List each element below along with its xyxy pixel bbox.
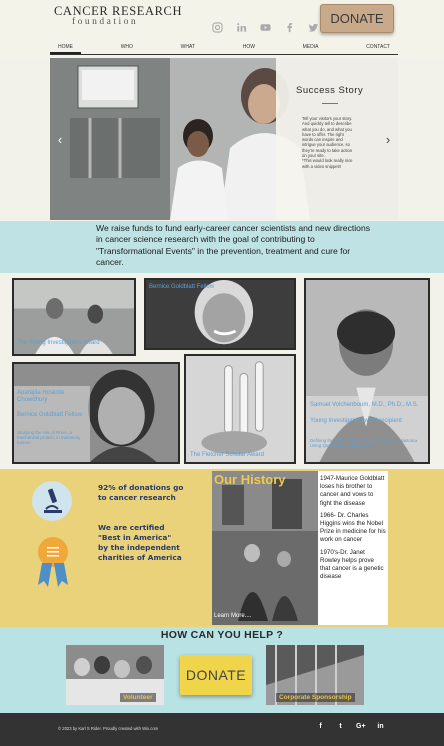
young-investigators-tile[interactable]: The Young Investigators Award [12, 278, 136, 356]
site-logo-subtitle[interactable]: foundation [72, 17, 138, 27]
history-title: Our History [214, 472, 286, 487]
history-photo [212, 471, 318, 625]
goldblatt-fellow-tile[interactable]: Bernice Goldblatt Fellow [144, 278, 296, 350]
chowdhury-title: Bernice Goldblatt Fellow [17, 412, 83, 418]
hero-text-panel: Success Story Tell your visitors your st… [276, 58, 398, 220]
corporate-sponsorship-tile[interactable]: Corporate Sponsorship [266, 645, 364, 705]
volchenboum-tile[interactable]: Samuel Volchenboum, M.D., Ph.D., M.S. Yo… [304, 278, 430, 464]
certified-stat: We are certified "Best in America" by th… [98, 523, 182, 562]
facebook-icon[interactable]: f [316, 723, 325, 730]
header: CANCER RESEARCH foundation DONATE HOME W… [0, 0, 444, 58]
young-investigators-caption: The Young Investigators Award [17, 340, 100, 346]
donations-stat: 92% of donations go to cancer research [98, 483, 184, 502]
hero-slideshow[interactable]: Success Story Tell your visitors your st… [50, 58, 398, 220]
grants-collage: The Young Investigators Award Bernice Go… [0, 274, 444, 468]
history-timeline: 1947-Maurice Goldblatt loses his brother… [320, 475, 386, 585]
twitter-icon[interactable]: t [336, 723, 345, 730]
history-event: 1970's-Dr. Janet Rowley helps prove that… [320, 548, 384, 581]
fletcher-scholar-tile[interactable]: The Fletcher Scholar Award [184, 354, 296, 464]
instagram-icon[interactable] [210, 20, 224, 34]
linkedin-icon[interactable]: in [376, 723, 385, 730]
main-nav: HOME WHO WHAT HOW MEDIA CONTACT [50, 43, 398, 55]
volunteer-label: Volunteer [120, 693, 156, 702]
nav-who[interactable]: WHO [113, 43, 141, 54]
history-learn-more-link[interactable]: Learn More.... [214, 613, 251, 619]
footer: © 2023 by Karl S Rider. Proudly created … [0, 713, 444, 746]
googleplus-icon[interactable]: G+ [356, 723, 366, 730]
hero-title: Success Story [296, 85, 364, 96]
hero-divider [322, 103, 338, 104]
slideshow-prev-icon[interactable]: ‹ [54, 132, 66, 147]
volunteer-tile[interactable]: Volunteer [66, 645, 164, 705]
volchenboum-desc: Defining the Role of MYCN in High-risk N… [310, 438, 417, 449]
award-ribbon-tails [38, 563, 68, 589]
corporate-sponsorship-label: Corporate Sponsorship [276, 693, 355, 702]
volchenboum-title: Young Investigator award recipient [310, 418, 402, 424]
mission-statement: We raise funds to fund early-career canc… [96, 223, 371, 268]
twitter-icon[interactable] [306, 20, 320, 34]
history-panel[interactable]: Our History Learn More.... 1947-Maurice … [212, 471, 388, 625]
chowdhury-name: Aparajita Hoskote Chowdhury [17, 390, 65, 403]
help-title: HOW CAN YOU HELP ? [160, 629, 284, 641]
page: CANCER RESEARCH foundation DONATE HOME W… [0, 0, 444, 746]
microscope-icon [32, 481, 72, 521]
chowdhury-tile[interactable]: Aparajita Hoskote Chowdhury Bernice Gold… [12, 362, 180, 464]
facebook-icon[interactable] [282, 20, 296, 34]
nav-media[interactable]: MEDIA [295, 43, 327, 54]
volchenboum-name: Samuel Volchenboum, M.D., Ph.D., M.S. [310, 402, 419, 408]
nav-contact[interactable]: CONTACT [358, 43, 398, 54]
footer-social-links: f t G+ in [316, 723, 385, 730]
linkedin-icon[interactable] [234, 20, 248, 34]
nav-how[interactable]: HOW [235, 43, 263, 54]
header-social-links [210, 20, 320, 34]
nav-what[interactable]: WHAT [173, 43, 203, 54]
slideshow-next-icon[interactable]: › [382, 132, 394, 147]
fletcher-caption: The Fletcher Scholar Award [190, 452, 264, 458]
test-tubes-photo [186, 356, 294, 462]
footer-copyright: © 2023 by Karl S Rider. Proudly created … [58, 726, 159, 731]
goldblatt-fellow-caption: Bernice Goldblatt Fellow [149, 284, 215, 290]
hero-body: Tell your visitors your story. And quick… [302, 116, 353, 169]
youtube-icon[interactable] [258, 20, 272, 34]
header-donate-button[interactable]: DONATE [320, 4, 394, 33]
donate-button[interactable]: DONATE [180, 655, 252, 695]
mission-strip: We raise funds to fund early-career canc… [0, 221, 444, 273]
history-event: 1966- Dr. Charles Higgins wins the Nobel… [320, 511, 386, 544]
help-section: HOW CAN YOU HELP ? Volunteer DONATE Corp… [0, 627, 444, 713]
chowdhury-desc: Studying the role of RhoA, a mechanical … [17, 430, 81, 446]
history-event: 1947-Maurice Goldblatt loses his brother… [320, 475, 385, 507]
nav-home[interactable]: HOME [50, 43, 81, 54]
